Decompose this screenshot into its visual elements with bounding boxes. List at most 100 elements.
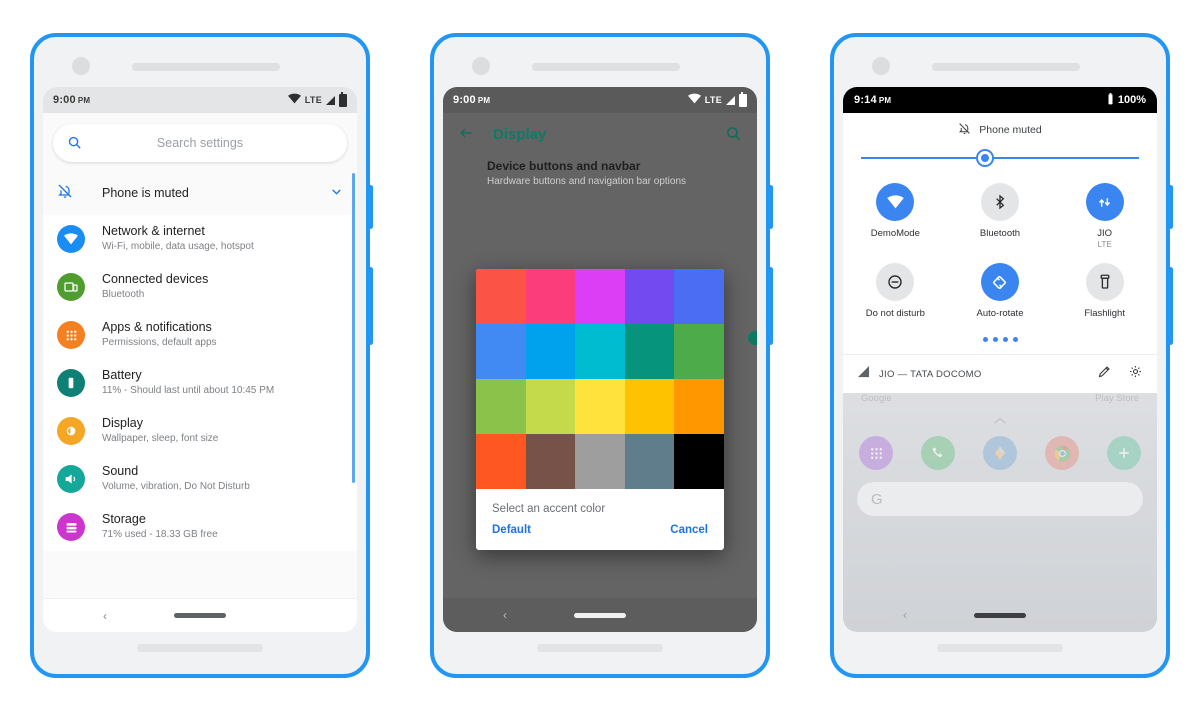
- settings-item-display[interactable]: Display Wallpaper, sleep, font size: [43, 407, 357, 455]
- color-swatch[interactable]: [624, 324, 675, 379]
- chevron-down-icon[interactable]: [330, 185, 343, 201]
- color-swatch[interactable]: [674, 269, 724, 324]
- pref-device-buttons[interactable]: Device buttons and navbar Hardware butto…: [443, 155, 757, 189]
- brightness-slider[interactable]: [861, 151, 1139, 165]
- home-pill-button[interactable]: [974, 612, 1026, 618]
- phone-icon[interactable]: [921, 436, 955, 470]
- phone3-nav-bar: ‹: [843, 598, 1157, 632]
- color-swatch[interactable]: [575, 434, 625, 489]
- dialog-message: Select an accent color: [492, 503, 606, 515]
- settings-item-title: Display: [102, 416, 143, 430]
- bottom-speaker: [937, 644, 1063, 652]
- qs-tile-label: DemoMode: [870, 228, 920, 239]
- power-button[interactable]: [768, 185, 773, 229]
- chrome-icon[interactable]: [1045, 436, 1079, 470]
- qs-tile-auto-rotate[interactable]: Auto-rotate: [948, 263, 1053, 319]
- color-swatch[interactable]: [476, 324, 526, 379]
- volume-button[interactable]: [1168, 267, 1173, 345]
- phone-quick-settings: 9:14 PM 100% Phone muted DemoMode Blueto…: [830, 33, 1173, 678]
- back-button[interactable]: ‹: [503, 608, 507, 622]
- signal-icon: [857, 365, 870, 383]
- scrollbar-thumb[interactable]: [352, 173, 355, 483]
- color-swatch[interactable]: [674, 324, 724, 379]
- app-drawer-chevron-icon[interactable]: [843, 414, 1157, 428]
- qs-tile-flashlight[interactable]: Flashlight: [1052, 263, 1157, 319]
- color-swatch-grid: [476, 269, 724, 489]
- volume-button[interactable]: [768, 267, 773, 345]
- home-screen-under: Google Play Store G: [843, 393, 1157, 632]
- settings-item-title: Battery: [102, 368, 142, 382]
- gear-icon[interactable]: [1128, 364, 1143, 384]
- battery-full-icon: [1107, 92, 1114, 108]
- home-pill-button[interactable]: [174, 613, 226, 618]
- brightness-slider-knob[interactable]: [977, 151, 992, 165]
- color-swatch[interactable]: [476, 269, 526, 324]
- search-settings-bar[interactable]: Search settings: [53, 124, 347, 162]
- qs-tile-demomode[interactable]: DemoMode: [843, 183, 948, 249]
- settings-item-battery[interactable]: Battery 11% - Should last until about 10…: [43, 359, 357, 407]
- color-swatch[interactable]: [476, 434, 526, 489]
- settings-item-storage[interactable]: Storage 71% used - 18.33 GB free: [43, 503, 357, 551]
- home-pill-button[interactable]: [574, 612, 626, 618]
- color-swatch[interactable]: [525, 434, 576, 489]
- color-swatch[interactable]: [575, 269, 625, 324]
- pencil-icon[interactable]: [1097, 364, 1112, 384]
- settings-item-subtitle: 11% - Should last until about 10:45 PM: [102, 385, 275, 396]
- network-type-label: LTE: [704, 95, 722, 105]
- color-swatch[interactable]: [674, 379, 724, 434]
- settings-item-sound[interactable]: Sound Volume, vibration, Do Not Disturb: [43, 455, 357, 503]
- brightness-icon: [57, 417, 85, 445]
- signal-icon: [326, 95, 335, 105]
- volume-button[interactable]: [368, 267, 373, 345]
- qs-page-dots: [843, 323, 1157, 354]
- qs-tile-bluetooth[interactable]: Bluetooth: [948, 183, 1053, 249]
- back-button[interactable]: ‹: [903, 608, 907, 622]
- arrow-back-icon[interactable]: [457, 125, 477, 144]
- settings-item-network[interactable]: Network & internet Wi-Fi, mobile, data u…: [43, 215, 357, 263]
- settings-item-apps[interactable]: Apps & notifications Permissions, defaul…: [43, 311, 357, 359]
- color-swatch[interactable]: [624, 379, 675, 434]
- dialog-default-button[interactable]: Default: [492, 524, 531, 536]
- power-button[interactable]: [1168, 185, 1173, 229]
- color-swatch[interactable]: [575, 324, 625, 379]
- battery-icon: [739, 91, 747, 107]
- battery-percent-label: 100%: [1117, 94, 1146, 106]
- power-button[interactable]: [368, 185, 373, 229]
- bluetooth-icon: [980, 183, 1019, 221]
- add-icon[interactable]: [1107, 436, 1141, 470]
- app-drawer-icon[interactable]: [859, 436, 893, 470]
- qs-tile-label: Do not disturb: [865, 308, 925, 319]
- search-icon: [67, 135, 83, 151]
- color-swatch[interactable]: [525, 324, 576, 379]
- qs-tiles: DemoMode Bluetooth JIO LTE Do not distur…: [843, 165, 1157, 323]
- status-time: 9:14 PM: [854, 94, 892, 106]
- phone3-status-bar: 9:14 PM 100%: [843, 87, 1157, 113]
- do-not-disturb-icon: [876, 263, 915, 301]
- pref-subtitle: Hardware buttons and navigation bar opti…: [487, 176, 687, 187]
- color-swatch[interactable]: [476, 379, 526, 434]
- front-camera-icon: [472, 57, 490, 75]
- page-dot: [982, 337, 988, 342]
- qs-tile-mobile-data[interactable]: JIO LTE: [1052, 183, 1157, 249]
- color-swatch[interactable]: [674, 434, 724, 489]
- settings-item-subtitle: Wi-Fi, mobile, data usage, hotspot: [102, 241, 254, 252]
- qs-muted-row: Phone muted: [843, 122, 1157, 138]
- color-swatch[interactable]: [624, 269, 675, 324]
- phone-muted-row[interactable]: Phone is muted: [43, 171, 357, 215]
- dialog-cancel-button[interactable]: Cancel: [670, 524, 708, 536]
- qs-tile-do-not-disturb[interactable]: Do not disturb: [843, 263, 948, 319]
- back-button[interactable]: ‹: [103, 609, 107, 623]
- color-swatch[interactable]: [525, 379, 576, 434]
- page-dot: [1002, 337, 1008, 342]
- front-camera-icon: [72, 57, 90, 75]
- color-swatch[interactable]: [575, 379, 625, 434]
- wifi-icon: [876, 183, 915, 221]
- color-swatch[interactable]: [525, 269, 576, 324]
- photos-icon[interactable]: [983, 436, 1017, 470]
- google-search-bar[interactable]: G: [857, 482, 1143, 516]
- search-icon[interactable]: [725, 125, 743, 143]
- color-swatch[interactable]: [624, 434, 675, 489]
- settings-item-connected-devices[interactable]: Connected devices Bluetooth: [43, 263, 357, 311]
- qs-tile-label: Flashlight: [1084, 308, 1125, 319]
- bell-off-icon: [57, 183, 77, 204]
